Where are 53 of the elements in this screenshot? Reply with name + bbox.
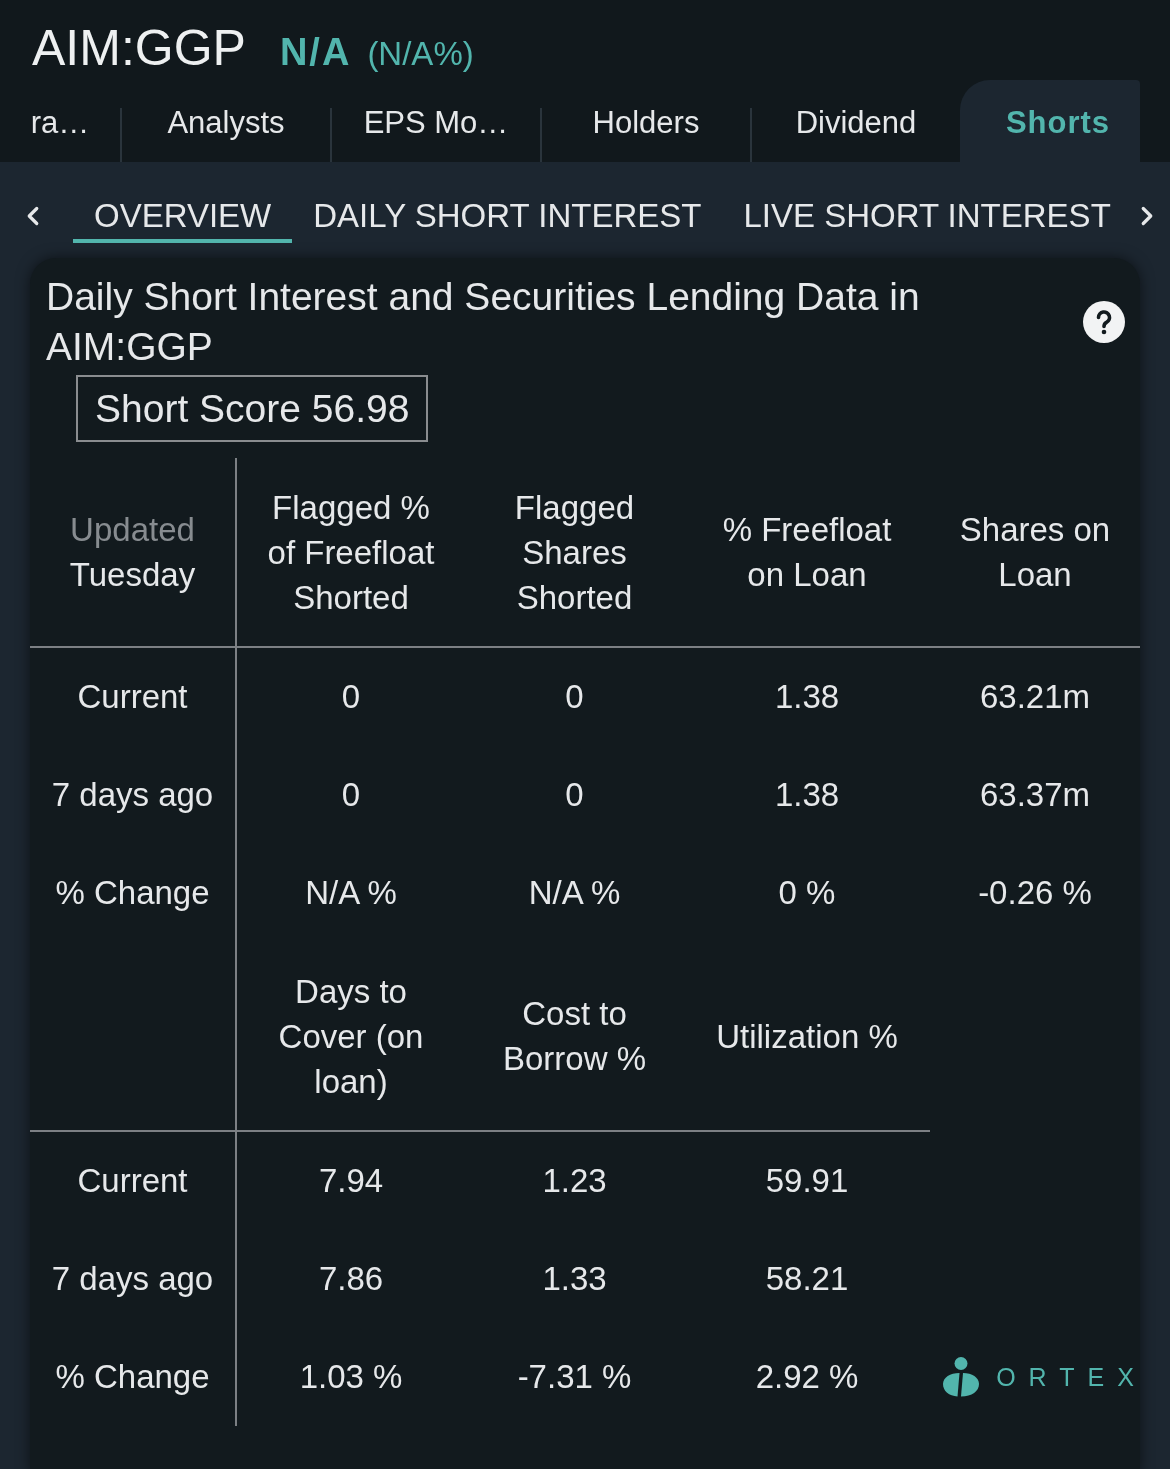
row-label: 7 days ago — [50, 775, 215, 815]
table-cell-text: 0 — [564, 775, 585, 815]
section-tab[interactable]: Analysts — [122, 80, 330, 162]
table-cell-text: 58.21 — [764, 1259, 850, 1299]
row-label: Current — [76, 1161, 189, 1201]
price-value: N/A — [279, 31, 352, 74]
table-cell: 0 — [235, 746, 465, 844]
section-tab[interactable]: Shorts — [960, 80, 1140, 162]
table-cell-text: 1.38 — [773, 775, 841, 815]
column-header: Shares on Loan — [930, 458, 1140, 648]
table-cell: 0 — [235, 648, 465, 746]
table-cell: 7.86 — [235, 1230, 465, 1328]
table-cell-text: -0.26 % — [977, 873, 1093, 913]
column-header: Days to Cover (on loan) — [235, 942, 465, 1132]
ticker-symbol: AIM:GGP — [32, 20, 246, 76]
table-cell-text: 1.23 — [541, 1161, 608, 1201]
section-tab[interactable]: EPS Mo… — [332, 80, 540, 162]
help-icon[interactable] — [1083, 301, 1125, 343]
column-header: % Freefloat on Loan — [684, 458, 930, 648]
updated-day: Tuesday — [69, 552, 196, 597]
row-label: 7 days ago — [50, 1259, 215, 1299]
table-cell-text: 63.21m — [978, 677, 1092, 717]
sub-tab[interactable]: OVERVIEW — [73, 193, 293, 243]
column-header: Flagged Shares Shorted — [465, 458, 684, 648]
logo-text: ORTEX — [996, 1362, 1147, 1392]
card-title: Daily Short Interest and Securities Lending Data in AIM:GGP — [46, 274, 921, 370]
column-header: Utilization % — [684, 942, 930, 1132]
sub-tab[interactable]: LIVE SHORT INTEREST — [722, 193, 1132, 243]
table-cell: 7.94 — [235, 1132, 465, 1230]
table-cell-text: 0 % — [777, 873, 837, 913]
table-cell-text: -7.31 % — [516, 1357, 633, 1397]
table-cell-text: 1.33 — [541, 1259, 608, 1299]
table-cell-text: 0 — [564, 677, 585, 717]
short-score: Short Score 56.98 — [76, 375, 429, 442]
table-cell-text: 63.37m — [978, 775, 1092, 815]
section-tab[interactable]: ra… — [0, 80, 120, 162]
price-change: (N/A%) — [367, 35, 474, 73]
row-label: % Change — [54, 1357, 211, 1397]
updated-caption: Updated — [70, 510, 195, 550]
table-cell-text: 2.92 % — [754, 1357, 860, 1397]
table-cell-text: N/A % — [527, 873, 622, 913]
row-label: % Change — [54, 873, 211, 913]
person-icon — [942, 1357, 981, 1397]
section-tab[interactable]: Holders — [542, 80, 750, 162]
table-cell: 1.03 % — [235, 1328, 465, 1426]
table-cell: N/A % — [235, 844, 465, 942]
table-cell-text: 1.38 — [773, 677, 841, 717]
sub-tab[interactable]: DAILY SHORT INTEREST — [292, 193, 723, 243]
column-header: Cost to Borrow % — [465, 942, 684, 1132]
row-label: Current — [76, 677, 189, 717]
section-tab[interactable]: Dividend — [752, 80, 960, 162]
table-cell-text: 59.91 — [764, 1161, 850, 1201]
column-header: Flagged % of Freefloat Shorted — [235, 458, 465, 648]
